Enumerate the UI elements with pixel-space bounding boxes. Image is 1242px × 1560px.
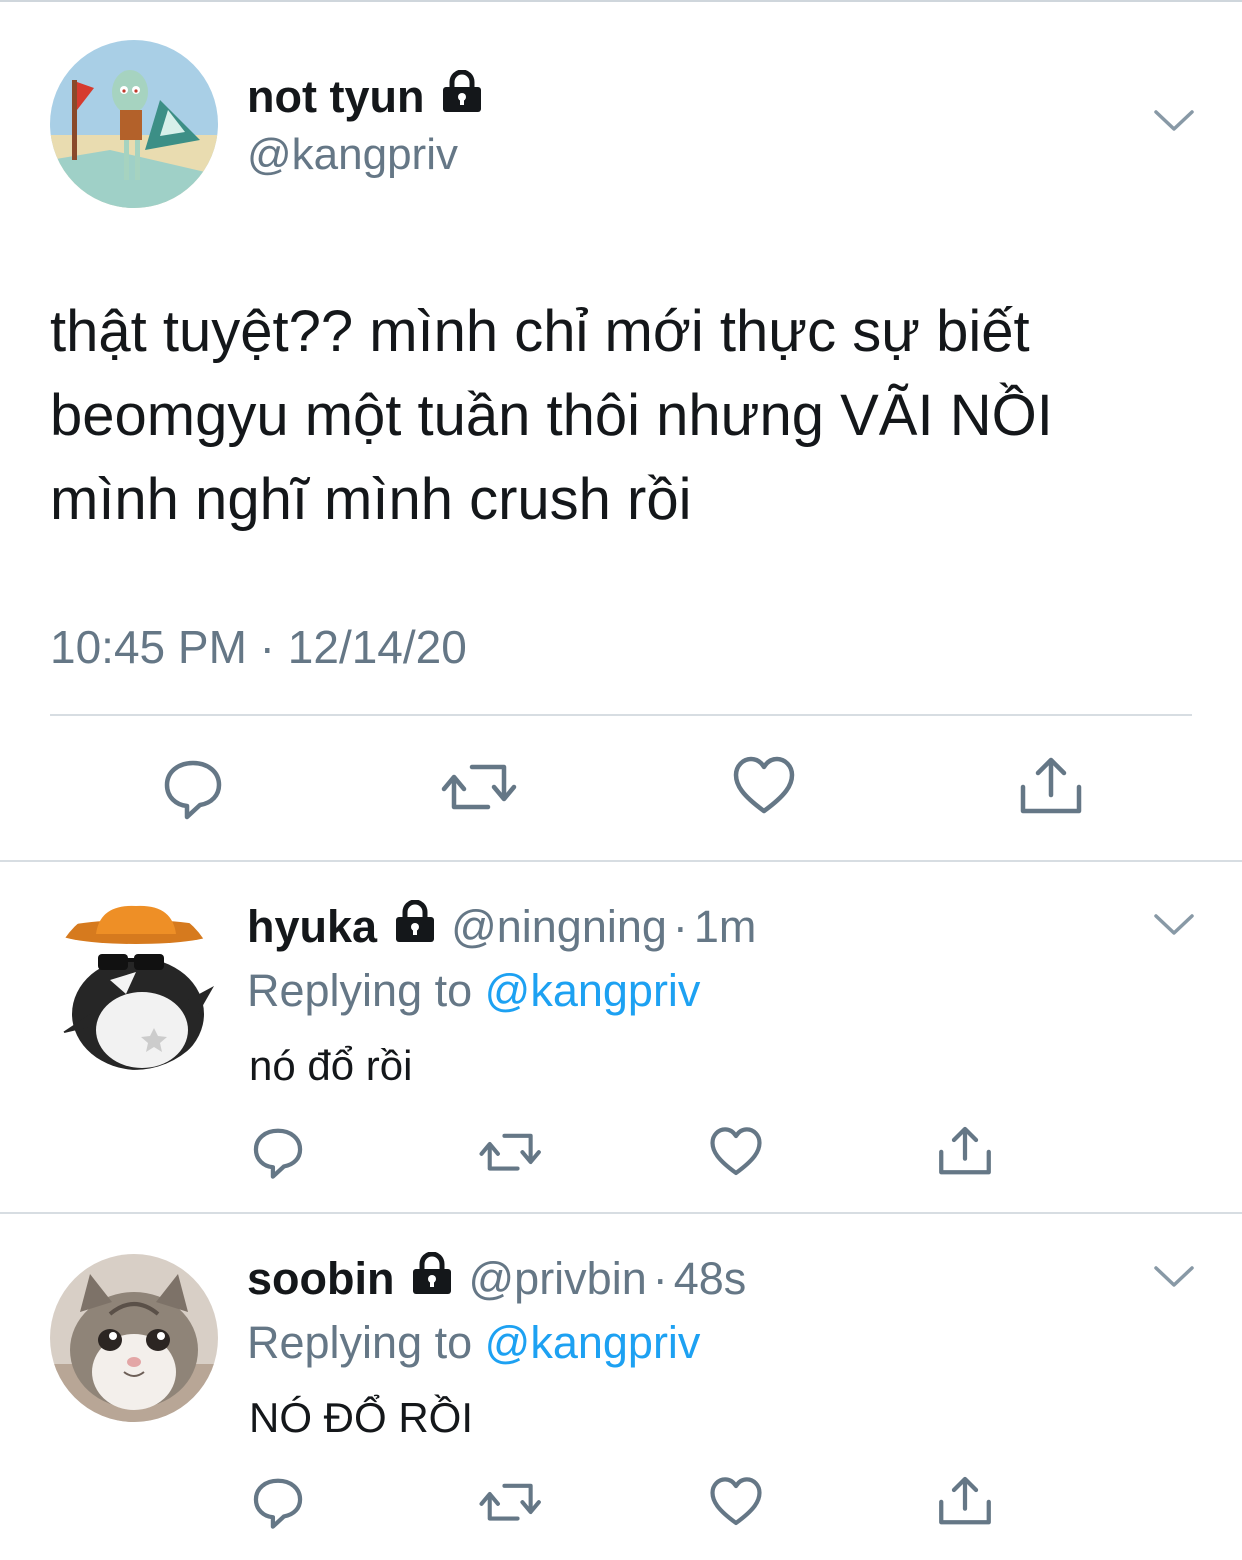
action-bar bbox=[0, 755, 1242, 825]
divider bbox=[50, 714, 1192, 716]
tweet-text-line: beomgyu một tuần thôi nhưng VÃI NỒI bbox=[50, 383, 1053, 448]
lock-icon bbox=[410, 1251, 454, 1305]
relative-time[interactable]: 48s bbox=[674, 1253, 747, 1304]
kitten-avatar-image bbox=[50, 1254, 218, 1422]
chevron-down-icon[interactable] bbox=[1153, 912, 1195, 943]
reply-icon[interactable] bbox=[160, 755, 226, 826]
handle[interactable]: @privbin bbox=[468, 1253, 646, 1304]
share-icon[interactable] bbox=[937, 1124, 993, 1183]
replying-to: Replying to @kangpriv bbox=[247, 1317, 700, 1369]
handle[interactable]: @kangpriv bbox=[247, 130, 458, 180]
reply-meta: @ningning · 1m bbox=[451, 900, 757, 952]
display-name[interactable]: not tyun bbox=[247, 71, 424, 123]
retweet-icon[interactable] bbox=[478, 1126, 544, 1185]
share-icon[interactable] bbox=[1018, 755, 1084, 822]
reply-text: nó đổ rồi bbox=[249, 1042, 413, 1089]
lock-icon bbox=[440, 69, 484, 123]
handle[interactable]: @ningning bbox=[451, 901, 667, 952]
squidward-avatar-image bbox=[50, 40, 218, 208]
replying-to: Replying to @kangpriv bbox=[247, 965, 700, 1017]
reply-tweet[interactable]: hyuka @ningning · 1m Replying to @kangpriv… bbox=[0, 862, 1242, 1212]
avatar[interactable] bbox=[50, 902, 218, 1070]
reply-meta: @privbin · 48s bbox=[468, 1252, 747, 1304]
replying-to-label: Replying to bbox=[247, 1317, 473, 1368]
chevron-down-icon[interactable] bbox=[1153, 1264, 1195, 1295]
tweet-text: thật tuyệt?? mình chỉ mới thực sự biết b… bbox=[50, 290, 1200, 542]
mention-link[interactable]: @kangpriv bbox=[485, 965, 701, 1016]
display-name[interactable]: hyuka bbox=[247, 901, 377, 953]
reply-header: hyuka @ningning · 1m bbox=[247, 899, 757, 953]
like-icon[interactable] bbox=[732, 755, 796, 822]
share-icon[interactable] bbox=[937, 1474, 993, 1533]
avatar[interactable] bbox=[50, 40, 218, 208]
reply-icon[interactable] bbox=[250, 1474, 306, 1535]
chevron-down-icon[interactable] bbox=[1153, 108, 1195, 139]
like-icon[interactable] bbox=[709, 1476, 763, 1533]
display-name-row[interactable]: not tyun bbox=[247, 69, 484, 123]
reply-text: NÓ ĐỔ RỒI bbox=[249, 1394, 474, 1441]
reply-header: soobin @privbin · 48s bbox=[247, 1251, 747, 1305]
tweet-text-line: mình nghĩ mình crush rồi bbox=[50, 467, 692, 532]
avatar[interactable] bbox=[50, 1254, 218, 1422]
reply-tweet[interactable]: soobin @privbin · 48s Replying to @kangpri… bbox=[0, 1214, 1242, 1560]
tweet-text-line: thật tuyệt?? mình chỉ mới thực sự biết bbox=[50, 299, 1030, 364]
penguin-cowboy-avatar-image bbox=[50, 902, 218, 1070]
display-name[interactable]: soobin bbox=[247, 1253, 394, 1305]
retweet-icon[interactable] bbox=[478, 1476, 544, 1535]
replying-to-label: Replying to bbox=[247, 965, 473, 1016]
timestamp[interactable]: 10:45 PM · 12/14/20 bbox=[50, 620, 467, 674]
retweet-icon[interactable] bbox=[440, 755, 520, 826]
reply-icon[interactable] bbox=[250, 1124, 306, 1185]
mention-link[interactable]: @kangpriv bbox=[485, 1317, 701, 1368]
main-tweet: not tyun @kangpriv thật tuyệt?? mình chỉ… bbox=[0, 0, 1242, 862]
lock-icon bbox=[393, 899, 437, 953]
like-icon[interactable] bbox=[709, 1126, 763, 1183]
relative-time[interactable]: 1m bbox=[694, 901, 757, 952]
